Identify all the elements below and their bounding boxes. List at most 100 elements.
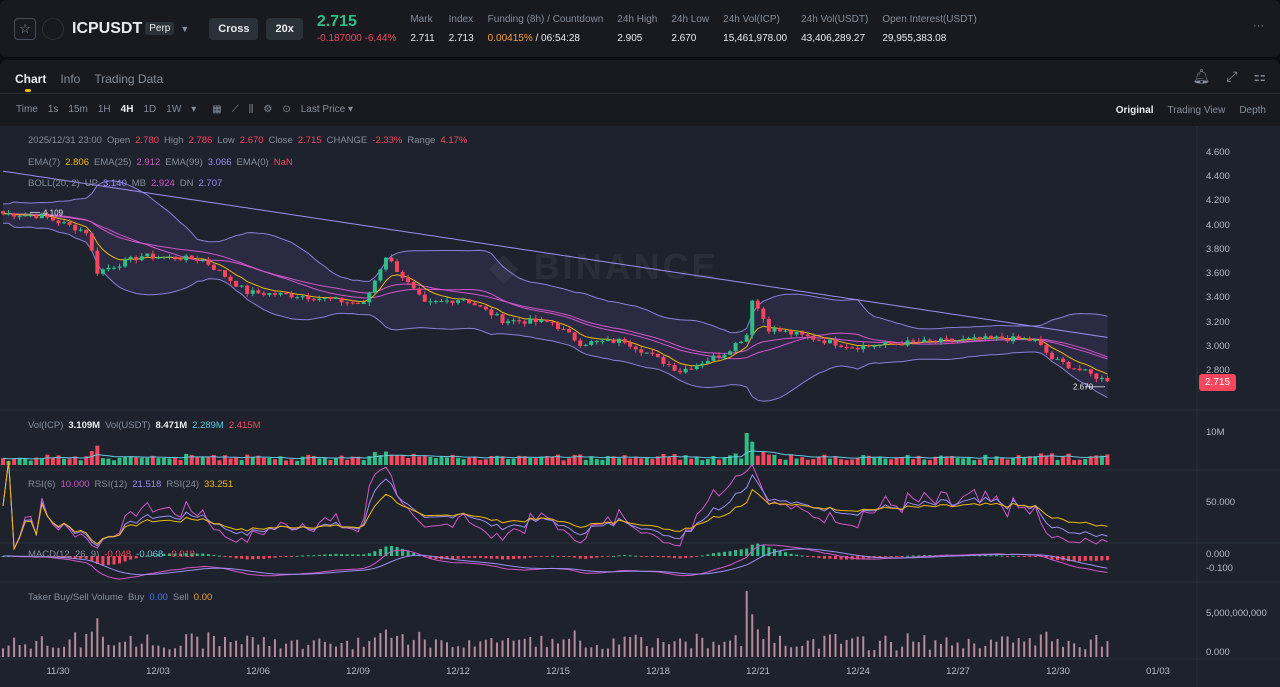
candle: [1049, 352, 1054, 360]
candle: [561, 328, 566, 330]
leverage-button[interactable]: 20x: [266, 17, 303, 40]
volume-bar: [12, 458, 17, 465]
candle-type-icon[interactable]: ⫼: [249, 104, 254, 115]
candle: [911, 340, 916, 342]
bell-icon[interactable]: 🔔︎: [1192, 68, 1210, 85]
candle: [1061, 358, 1066, 363]
volume-bar: [28, 460, 33, 465]
taker-volume-bar: [1001, 636, 1003, 657]
reset-icon[interactable]: ⊙: [282, 104, 290, 115]
candle: [805, 334, 810, 337]
more-icon[interactable]: ···: [1253, 20, 1264, 32]
interval-1h[interactable]: 1H: [98, 104, 111, 115]
macd-histogram-bar: [711, 553, 715, 556]
candle: [478, 305, 483, 307]
taker-volume-bar: [224, 636, 226, 657]
interval-time[interactable]: Time: [16, 104, 38, 115]
volume-bar: [39, 458, 44, 465]
macd-histogram-bar: [745, 548, 749, 556]
price-tick: 4.600: [1206, 147, 1230, 158]
volume-bar: [567, 458, 572, 465]
candle: [667, 364, 671, 366]
taker-volume-bar: [113, 645, 115, 657]
volume-bar: [1022, 457, 1027, 465]
interval-15m[interactable]: 15m: [68, 104, 87, 115]
taker-volume-bar: [157, 645, 160, 657]
margin-mode-button[interactable]: Cross: [209, 17, 259, 40]
calendar-icon[interactable]: ▦: [212, 104, 221, 115]
taker-volume-bar: [912, 641, 915, 657]
volume-bar: [195, 457, 200, 465]
macd-histogram-bar: [523, 556, 527, 559]
price-type-select[interactable]: Last Price ▾: [301, 104, 353, 115]
expand-icon[interactable]: ⤢: [1226, 68, 1237, 85]
taker-volume-bar: [840, 643, 843, 657]
interval-1s[interactable]: 1s: [48, 104, 59, 115]
view-trading-view[interactable]: Trading View: [1168, 105, 1226, 116]
taker-volume-bar: [335, 646, 337, 657]
taker-volume-bar: [1062, 646, 1065, 657]
taker-volume-bar: [529, 636, 532, 657]
candle: [517, 320, 522, 322]
candle: [383, 257, 388, 270]
date-tick: 12/12: [446, 666, 470, 677]
macd-histogram-bar: [989, 555, 993, 557]
grid-icon[interactable]: ⚏: [1253, 68, 1266, 85]
taker-volume-bar: [873, 649, 876, 657]
volume-legend: Vol(ICP) 3.109M Vol(USDT) 8.471M 2.289M 2.4…: [28, 420, 261, 431]
volume-bar: [267, 457, 272, 465]
taker-volume-bar: [723, 641, 726, 657]
candle: [189, 255, 194, 260]
tab-info[interactable]: Info: [60, 72, 80, 86]
candle: [611, 339, 616, 343]
tab-chart[interactable]: Chart: [15, 72, 46, 92]
volume-bar: [833, 456, 838, 465]
taker-volume-bar: [895, 650, 898, 657]
candle: [772, 328, 777, 332]
volume-bar: [228, 458, 233, 465]
candle: [661, 356, 666, 365]
candle: [200, 259, 205, 261]
taker-volume-bar: [1012, 642, 1015, 657]
macd-histogram-bar: [395, 547, 399, 556]
volume-bar: [1044, 455, 1049, 465]
interval-1d[interactable]: 1D: [143, 104, 156, 115]
price-tick: 3.600: [1206, 268, 1230, 280]
interval-1w[interactable]: 1W: [166, 104, 181, 115]
chevron-down-icon[interactable]: ▼: [180, 24, 189, 34]
taker-volume-bar: [379, 633, 382, 657]
kline-chart[interactable]: ◆ BINANCE 2.670 4.109 2025/12/31 23:00 Op…: [0, 126, 1280, 687]
candle: [605, 339, 610, 341]
candle: [239, 285, 244, 287]
candle: [78, 229, 83, 231]
indicator-icon[interactable]: ⟋: [232, 104, 239, 115]
candle: [783, 330, 788, 332]
candle: [1066, 362, 1071, 369]
star-icon[interactable]: ☆: [14, 17, 36, 40]
interval-dropdown-icon[interactable]: ▾: [191, 104, 196, 115]
settings-icon[interactable]: ⚙: [263, 104, 272, 115]
taker-volume-bar: [756, 629, 759, 657]
taker-volume-bar: [784, 645, 787, 657]
macd-histogram-bar: [895, 556, 899, 557]
volume-bar: [617, 458, 622, 465]
macd-histogram-bar: [456, 556, 460, 559]
macd-histogram-bar: [678, 556, 682, 559]
view-depth[interactable]: Depth: [1239, 105, 1266, 116]
interval-4h[interactable]: 4H: [121, 104, 134, 115]
macd-histogram-bar: [617, 555, 621, 557]
taker-volume-bar: [1028, 638, 1031, 657]
symbol[interactable]: ICPUSDT: [72, 20, 142, 38]
stat-label: 24h Vol(ICP): [723, 13, 780, 25]
candle: [378, 269, 383, 281]
taker-volume-bar: [1089, 639, 1092, 657]
volume-bar: [694, 456, 699, 465]
taker-volume-bar: [779, 635, 781, 657]
view-original[interactable]: Original: [1116, 105, 1154, 116]
candle: [827, 339, 832, 344]
macd-histogram-bar: [567, 556, 571, 557]
stat-label: 24h Vol(USDT): [801, 13, 869, 25]
volume-bar: [272, 459, 277, 465]
macd-histogram-bar: [556, 556, 560, 557]
tab-trading-data[interactable]: Trading Data: [94, 72, 163, 86]
